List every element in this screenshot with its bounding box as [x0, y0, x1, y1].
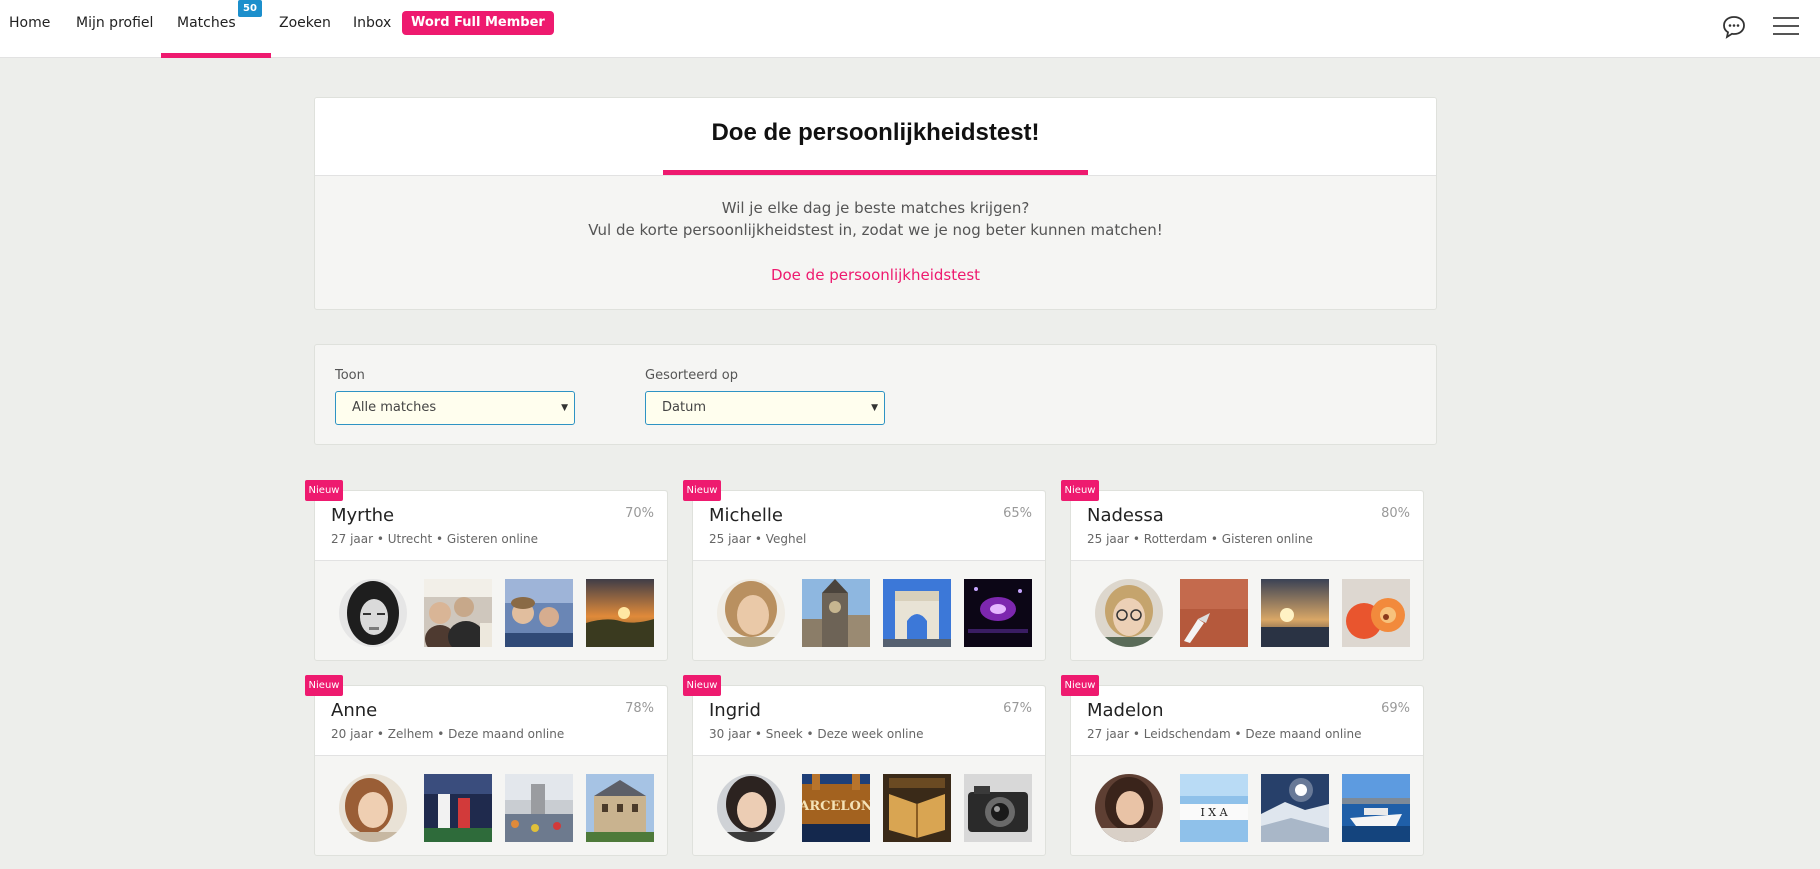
- match-percentage: 69%: [1381, 701, 1410, 716]
- nav-matches[interactable]: Matches: [161, 0, 271, 58]
- nav-home[interactable]: Home: [9, 0, 50, 58]
- match-percentage: 78%: [625, 701, 654, 716]
- sort-filter-label: Gesorteerd op: [645, 368, 738, 383]
- match-meta: 25 jaar • Veghel: [709, 532, 807, 546]
- show-filter-select[interactable]: Alle matches ▼: [335, 391, 575, 425]
- show-filter-label: Toon: [335, 368, 365, 383]
- match-card-ingrid[interactable]: Ingrid 30 jaar • Sneek • Deze week onlin…: [692, 685, 1046, 856]
- match-name: Myrthe: [331, 505, 395, 526]
- card-header: Michelle 25 jaar • Veghel 65%: [693, 491, 1045, 561]
- photo-thumbnail[interactable]: [883, 579, 951, 647]
- match-card-myrthe[interactable]: Myrthe 27 jaar • Utrecht • Gisteren onli…: [314, 490, 668, 661]
- avatar[interactable]: [1095, 774, 1163, 842]
- personality-test-line-2: Vul de korte persoonlijkheidstest in, zo…: [588, 221, 1163, 239]
- filter-panel: Toon Alle matches ▼ Gesorteerd op Datum …: [314, 344, 1437, 445]
- photo-thumbnail[interactable]: [505, 774, 573, 842]
- match-card-nadessa[interactable]: Nadessa 25 jaar • Rotterdam • Gisteren o…: [1070, 490, 1424, 661]
- full-member-button[interactable]: Word Full Member: [402, 11, 554, 35]
- match-percentage: 67%: [1003, 701, 1032, 716]
- match-percentage: 65%: [1003, 506, 1032, 521]
- match-meta: 20 jaar • Zelhem • Deze maand online: [331, 727, 565, 741]
- avatar[interactable]: [717, 579, 785, 647]
- photo-thumbnail[interactable]: [586, 774, 654, 842]
- title-underline: [663, 170, 1088, 175]
- photo-thumbnail[interactable]: [1180, 579, 1248, 647]
- nav-zoeken[interactable]: Zoeken: [279, 0, 331, 58]
- personality-test-panel: Doe de persoonlijkheidstest! Wil je elke…: [314, 97, 1437, 310]
- avatar[interactable]: [339, 579, 407, 647]
- photo-thumbnail[interactable]: [424, 774, 492, 842]
- personality-test-line-1: Wil je elke dag je beste matches krijgen…: [721, 199, 1030, 217]
- avatar[interactable]: [1095, 579, 1163, 647]
- avatar[interactable]: [339, 774, 407, 842]
- chevron-down-icon: ▼: [561, 403, 568, 413]
- new-badge: Nieuw: [305, 675, 343, 696]
- personality-test-link[interactable]: Doe de persoonlijkheidstest: [315, 266, 1436, 284]
- match-meta: 27 jaar • Leidschendam • Deze maand onli…: [1087, 727, 1362, 741]
- match-name: Michelle: [709, 505, 783, 526]
- new-badge: Nieuw: [1061, 675, 1099, 696]
- chat-bubble-icon[interactable]: [1721, 14, 1747, 40]
- match-card-michelle[interactable]: Michelle 25 jaar • Veghel 65%: [692, 490, 1046, 661]
- photo-thumbnail[interactable]: [1261, 579, 1329, 647]
- matches-count-badge: 50: [238, 0, 262, 17]
- photo-thumbnail[interactable]: [586, 579, 654, 647]
- match-card-anne[interactable]: Anne 20 jaar • Zelhem • Deze maand onlin…: [314, 685, 668, 856]
- card-header: Anne 20 jaar • Zelhem • Deze maand onlin…: [315, 686, 667, 756]
- match-name: Ingrid: [709, 700, 761, 721]
- sort-filter-value: Datum: [662, 400, 706, 415]
- match-name: Anne: [331, 700, 378, 721]
- match-meta: 27 jaar • Utrecht • Gisteren online: [331, 532, 538, 546]
- photo-thumbnail[interactable]: [964, 579, 1032, 647]
- chevron-down-icon: ▼: [871, 403, 878, 413]
- photo-thumbnail[interactable]: [1342, 579, 1410, 647]
- personality-test-title: Doe de persoonlijkheidstest!: [711, 119, 1040, 146]
- personality-test-header: Doe de persoonlijkheidstest!: [315, 98, 1436, 176]
- photo-thumbnail[interactable]: [1261, 774, 1329, 842]
- avatar[interactable]: [717, 774, 785, 842]
- new-badge: Nieuw: [305, 480, 343, 501]
- match-percentage: 80%: [1381, 506, 1410, 521]
- match-percentage: 70%: [625, 506, 654, 521]
- nav-inbox[interactable]: Inbox: [353, 0, 391, 58]
- match-name: Madelon: [1087, 700, 1164, 721]
- card-header: Ingrid 30 jaar • Sneek • Deze week onlin…: [693, 686, 1045, 756]
- match-card-madelon[interactable]: Madelon 27 jaar • Leidschendam • Deze ma…: [1070, 685, 1424, 856]
- photo-overlay-text: I X A: [1200, 806, 1228, 819]
- card-header: Nadessa 25 jaar • Rotterdam • Gisteren o…: [1071, 491, 1423, 561]
- photo-thumbnail[interactable]: [964, 774, 1032, 842]
- photo-thumbnail[interactable]: [505, 579, 573, 647]
- new-badge: Nieuw: [683, 480, 721, 501]
- sort-filter-select[interactable]: Datum ▼: [645, 391, 885, 425]
- match-name: Nadessa: [1087, 505, 1164, 526]
- hamburger-menu-icon[interactable]: [1772, 14, 1800, 38]
- photo-thumbnail[interactable]: [883, 774, 951, 842]
- match-meta: 30 jaar • Sneek • Deze week online: [709, 727, 924, 741]
- photo-overlay-text: ARCELON: [802, 799, 870, 814]
- show-filter-value: Alle matches: [352, 400, 437, 415]
- photo-thumbnail[interactable]: [802, 579, 870, 647]
- new-badge: Nieuw: [1061, 480, 1099, 501]
- photo-thumbnail[interactable]: [1342, 774, 1410, 842]
- card-header: Madelon 27 jaar • Leidschendam • Deze ma…: [1071, 686, 1423, 756]
- photo-thumbnail[interactable]: ARCELON: [802, 774, 870, 842]
- card-header: Myrthe 27 jaar • Utrecht • Gisteren onli…: [315, 491, 667, 561]
- new-badge: Nieuw: [683, 675, 721, 696]
- photo-thumbnail[interactable]: [424, 579, 492, 647]
- photo-thumbnail[interactable]: I X A: [1180, 774, 1248, 842]
- top-nav: Home Mijn profiel Matches 50 Zoeken Inbo…: [0, 0, 1820, 58]
- match-meta: 25 jaar • Rotterdam • Gisteren online: [1087, 532, 1313, 546]
- nav-mijn-profiel[interactable]: Mijn profiel: [76, 0, 153, 58]
